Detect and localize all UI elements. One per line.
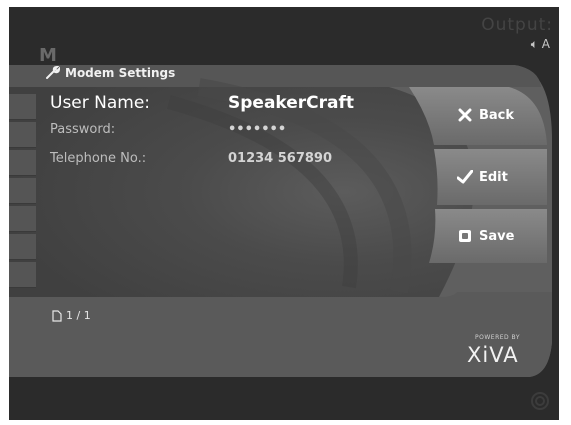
page-count: 1 / 1 (66, 309, 91, 322)
panel-title-label: Modem Settings (65, 66, 176, 80)
edit-button-label: Edit (479, 169, 508, 185)
row-selector[interactable] (9, 178, 36, 204)
row-selector[interactable] (9, 122, 36, 148)
app-screen: Output: 🔈︎ A M Modem Settings User Name:… (9, 7, 559, 420)
username-label: User Name: (50, 93, 151, 113)
row-selectors (9, 94, 36, 290)
panel-title: Modem Settings (45, 66, 175, 80)
row-selector[interactable] (9, 234, 36, 260)
save-icon (457, 228, 473, 244)
checkmark-icon (457, 169, 473, 185)
xiva-logo: XiVA (467, 343, 519, 367)
back-button-label: Back (479, 107, 515, 123)
wrench-icon (46, 66, 61, 79)
close-icon (457, 107, 473, 123)
row-selector[interactable] (9, 150, 36, 176)
telephone-label: Telephone No.: (50, 151, 147, 166)
row-selector[interactable] (9, 94, 36, 120)
back-button[interactable]: Back (429, 88, 549, 142)
password-value[interactable]: ••••••• (228, 122, 286, 137)
username-value[interactable]: SpeakerCraft (228, 93, 354, 113)
telephone-value[interactable]: 01234 567890 (228, 151, 332, 166)
edit-button[interactable]: Edit (429, 150, 549, 204)
powered-by-label: POWERED BY (475, 334, 521, 341)
refresh-icon (531, 392, 549, 410)
save-button[interactable]: Save (429, 209, 549, 263)
save-button-label: Save (479, 228, 515, 244)
page-icon (52, 309, 62, 322)
row-selector[interactable] (9, 206, 36, 232)
page-indicator: 1 / 1 (52, 309, 91, 322)
password-label: Password: (50, 122, 116, 137)
row-selector[interactable] (9, 262, 36, 288)
